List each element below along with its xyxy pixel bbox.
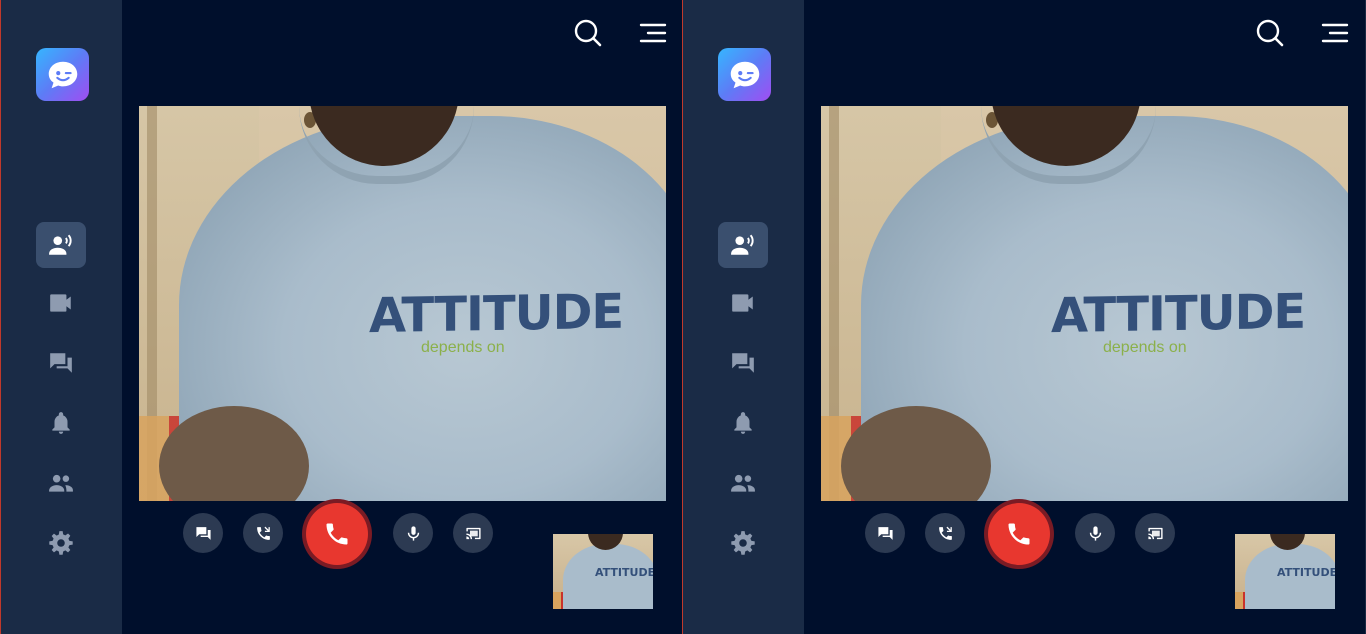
microphone-icon [1089,525,1101,541]
call-screen-right: ATTITUDE depends on ATTITUDE [683,0,1366,634]
shirt-text: ATTITUDE [1051,283,1306,345]
microphone-button[interactable] [1075,513,1115,553]
chat-icon [50,353,72,373]
sidebar-item-video[interactable] [36,280,86,326]
menu-icon [1321,23,1349,43]
app-logo[interactable] [718,48,771,101]
chat-icon [195,526,211,540]
cast-icon [465,527,481,539]
sidebar-item-chat[interactable] [718,340,768,386]
chat-icon [877,526,893,540]
pip-shirt-text: ATTITUDE [1277,566,1335,579]
chat-icon [732,353,754,373]
sidebar-item-contacts[interactable] [36,460,86,506]
remote-video: ATTITUDE depends on [821,106,1348,501]
sidebar-item-voice-call[interactable] [718,222,768,268]
screen-share-button[interactable] [1135,513,1175,553]
app-logo[interactable] [36,48,89,101]
video-call-icon [50,294,71,312]
transfer-call-button[interactable] [925,513,965,553]
sidebar [683,0,804,634]
local-video-preview[interactable]: ATTITUDE [1235,534,1335,609]
phone-forward-icon [256,526,270,540]
call-controls [863,503,1183,565]
gear-icon [731,531,755,555]
hang-up-button[interactable] [306,503,368,565]
screen-share-button[interactable] [453,513,493,553]
chat-button[interactable] [865,513,905,553]
shirt-subtext: depends on [1103,339,1187,356]
shirt-subtext: depends on [421,339,505,356]
search-button[interactable] [1255,18,1285,53]
gear-icon [49,531,73,555]
sidebar [1,0,122,634]
local-video-preview[interactable]: ATTITUDE [553,534,653,609]
shirt-text: ATTITUDE [369,283,624,345]
transfer-call-button[interactable] [243,513,283,553]
remote-video: ATTITUDE depends on [139,106,666,501]
sidebar-item-settings[interactable] [718,520,768,566]
menu-button[interactable] [1321,18,1349,53]
voice-call-icon [731,234,754,255]
phone-icon [1008,523,1030,545]
phone-forward-icon [938,526,952,540]
contacts-icon [731,474,755,492]
chat-button[interactable] [183,513,223,553]
microphone-icon [407,525,419,541]
call-controls [181,503,501,565]
menu-icon [639,23,667,43]
sidebar-item-voice-call[interactable] [36,222,86,268]
search-button[interactable] [573,18,603,53]
hang-up-button[interactable] [988,503,1050,565]
menu-button[interactable] [639,18,667,53]
sidebar-item-notifications[interactable] [718,400,768,446]
sidebar-item-chat[interactable] [36,340,86,386]
sidebar-item-settings[interactable] [36,520,86,566]
chat-bubble-logo-icon [48,61,77,88]
sidebar-item-contacts[interactable] [718,460,768,506]
sidebar-item-video[interactable] [718,280,768,326]
bell-icon [52,412,70,434]
call-screen-left: ATTITUDE depends on ATTITUDE [0,0,683,634]
phone-icon [326,523,348,545]
chat-bubble-logo-icon [730,61,759,88]
search-icon [574,19,602,47]
search-icon [1256,19,1284,47]
bell-icon [734,412,752,434]
microphone-button[interactable] [393,513,433,553]
contacts-icon [49,474,73,492]
voice-call-icon [49,234,72,255]
pip-shirt-text: ATTITUDE [595,566,653,579]
video-call-icon [732,294,753,312]
cast-icon [1147,527,1163,539]
sidebar-item-notifications[interactable] [36,400,86,446]
